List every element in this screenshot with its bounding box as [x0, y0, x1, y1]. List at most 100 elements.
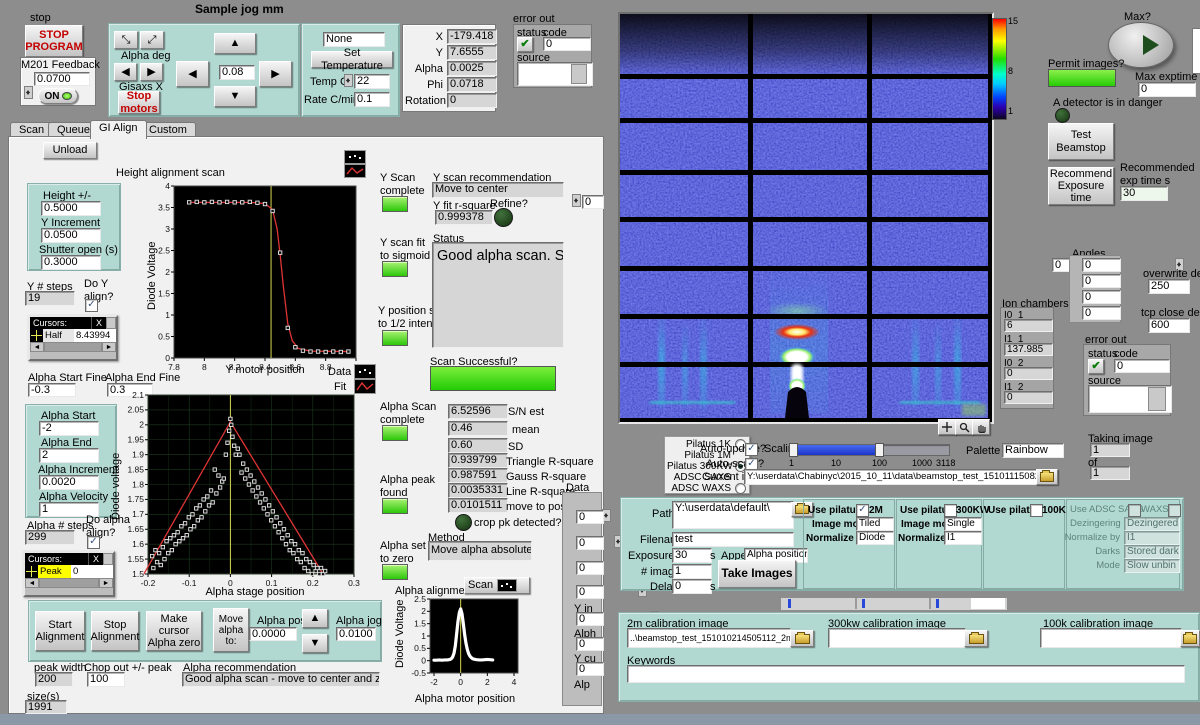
scaling-thumb-min[interactable] [789, 443, 798, 457]
m201-on-toggle[interactable]: ON [38, 88, 78, 104]
cursor-scroll-right[interactable]: ► [102, 342, 116, 352]
source-scrollbar[interactable] [571, 64, 587, 84]
jog-tilt-right-button[interactable]: ⤢ [140, 31, 164, 49]
cursors2-scroll-up[interactable] [103, 553, 113, 565]
max-exptime-value[interactable]: 0 [1138, 82, 1196, 97]
cursor-scroll-right[interactable]: ► [99, 578, 113, 588]
use-pilatus-2m-checkbox[interactable] [856, 504, 869, 517]
make-cursor-alpha-zero-button[interactable]: Make cursor Alpha zero [146, 611, 202, 651]
take-images-button[interactable]: Take Images [718, 560, 796, 588]
unload-button[interactable]: Unload [43, 142, 97, 159]
stop-motors-button[interactable]: Stop motors [118, 91, 160, 114]
cursor-scroll-left[interactable]: ◄ [30, 342, 44, 352]
scaling-slider-track[interactable] [790, 444, 950, 456]
palette-value[interactable]: Rainbow [1002, 443, 1064, 458]
chop-value[interactable]: 100 [87, 672, 125, 687]
scaling-thumb-max[interactable] [875, 443, 884, 457]
angle-value-3[interactable]: 0 [1082, 306, 1121, 320]
angle-value-2[interactable]: 0 [1082, 290, 1121, 304]
code-value[interactable]: 0 [543, 37, 591, 51]
calib-100k-browse-button[interactable] [1180, 630, 1200, 647]
temp-selector[interactable]: None [323, 32, 385, 47]
crop-pk-led[interactable] [455, 514, 472, 531]
peak-width-value[interactable]: 200 [35, 672, 73, 687]
current-image-path[interactable]: Y:\userdata\Chabinyc\2015_10_11\data\bea… [744, 469, 1038, 485]
image-mode-1-field[interactable]: Tiled [856, 517, 894, 531]
cursor-scroll-left[interactable]: ◄ [25, 578, 39, 588]
source-scrollbar[interactable] [1148, 387, 1166, 411]
calib-2m-field[interactable]: ..\beamstop_test_151010214505112_2m.edf [627, 628, 791, 648]
set-temperature-button[interactable]: Set Temperature [311, 51, 393, 68]
data-value-5[interactable]: 0 [576, 637, 604, 651]
jog-left-button[interactable]: ◀ [176, 61, 209, 87]
tcp-value[interactable]: 600 [1148, 318, 1190, 333]
alpha-jog-down-button[interactable]: ▼ [302, 634, 328, 653]
temp-value[interactable]: 22 [354, 74, 390, 89]
angle-value-0[interactable]: 0 [1082, 258, 1121, 272]
cursor-scroll-thumb[interactable] [44, 342, 102, 352]
data-value-4[interactable]: 0 [576, 612, 604, 626]
path-field[interactable]: Y:\userdata\default\ [672, 501, 794, 529]
overwrite-value[interactable]: 250 [1148, 279, 1190, 294]
code-value[interactable]: 0 [1114, 359, 1170, 373]
normalize-1-field[interactable]: Diode [856, 531, 894, 545]
height-scan-chart[interactable]: 00.511.522.533.547.888.28.48.68.89 [148, 180, 364, 380]
stop-program-button[interactable]: STOP PROGRAM [25, 25, 83, 57]
angle-value-1[interactable]: 0 [1082, 274, 1121, 288]
use-adsc-waxs-checkbox[interactable] [1168, 504, 1181, 517]
stop-alignment-button[interactable]: Stop Alignment [91, 611, 139, 651]
jog-down-button[interactable]: ▼ [214, 86, 256, 107]
cursors1-scroll-up[interactable] [106, 317, 116, 329]
method-value[interactable]: Move alpha absolute pos [428, 541, 532, 561]
height-range-field[interactable]: 0.5000 [41, 201, 101, 216]
use-adsc-saxs-checkbox[interactable] [1128, 504, 1141, 517]
shutter-open-field[interactable]: 0.3000 [41, 255, 101, 270]
alpha-jog-up-button[interactable]: ▲ [302, 609, 328, 628]
m201-value[interactable]: 0.0700 [34, 72, 90, 86]
data-value-1[interactable]: 0 [576, 536, 604, 550]
filename-field[interactable]: test [672, 532, 794, 547]
test-beamstop-button[interactable]: Test Beamstop [1048, 123, 1114, 160]
data-value-0[interactable]: 0 [576, 510, 604, 524]
detector-image-frame[interactable] [618, 12, 994, 424]
refine-led[interactable] [494, 208, 513, 227]
jog-right-button[interactable]: ▶ [259, 61, 292, 87]
exposure-time-field[interactable]: 30 [672, 548, 712, 563]
recommended-exp-value[interactable]: 30 [1120, 186, 1168, 201]
tab-gi-align[interactable]: GI Align [90, 120, 147, 139]
do-alpha-align-checkbox[interactable] [87, 536, 100, 549]
alpha-left-button[interactable]: ◀ [114, 63, 137, 81]
crosshair-tool-button[interactable] [938, 419, 956, 435]
calib-2m-browse-button[interactable] [790, 630, 814, 647]
jog-step-field[interactable]: 0.08 [219, 65, 255, 80]
alpha-right-button[interactable]: ▶ [140, 63, 163, 81]
alpha-increment-field[interactable]: 0.0020 [39, 475, 99, 490]
cursor-scroll-thumb[interactable] [39, 578, 99, 588]
y-increment-field[interactable]: 0.0500 [41, 228, 101, 243]
do-y-align-checkbox[interactable] [85, 299, 98, 312]
alpha-pos-field[interactable]: 0.0000 [249, 627, 297, 641]
current-image-browse-button[interactable] [1036, 469, 1058, 485]
start-alignment-button[interactable]: Start Alignment [35, 611, 85, 651]
jog-up-button[interactable]: ▲ [214, 33, 256, 54]
alpha-end-field[interactable]: 2 [39, 448, 99, 463]
jog-tilt-left-button[interactable]: ⤡ [114, 31, 138, 49]
image-mode-2-field[interactable]: Single [944, 517, 982, 531]
calib-300kw-field[interactable] [828, 628, 966, 648]
permit-images-led[interactable] [1048, 69, 1116, 87]
temp-spinner[interactable] [344, 74, 353, 87]
calib-100k-field[interactable] [1040, 628, 1182, 648]
refine-spin-value[interactable]: 0 [582, 195, 604, 209]
alpha-alignment-chart[interactable]: -0.500.511.522.5-2024 [406, 593, 524, 693]
alpha-scan-chart[interactable]: 1.51.551.61.651.71.751.81.851.91.9522.05… [118, 390, 368, 596]
mini-slider-strip[interactable] [780, 597, 1008, 611]
auto-update-checkbox[interactable] [745, 443, 758, 456]
alpha-start-fine-field[interactable]: -0.3 [28, 383, 76, 397]
delay-field[interactable]: 0 [672, 579, 712, 594]
alpha-start-field[interactable]: -2 [39, 421, 99, 436]
m201-spinner[interactable] [24, 86, 33, 99]
n-images-field[interactable]: 1 [672, 564, 712, 579]
calib-300kw-browse-button[interactable] [964, 630, 988, 647]
data-value-3[interactable]: 0 [576, 585, 604, 599]
refine-spinner[interactable] [572, 194, 581, 207]
